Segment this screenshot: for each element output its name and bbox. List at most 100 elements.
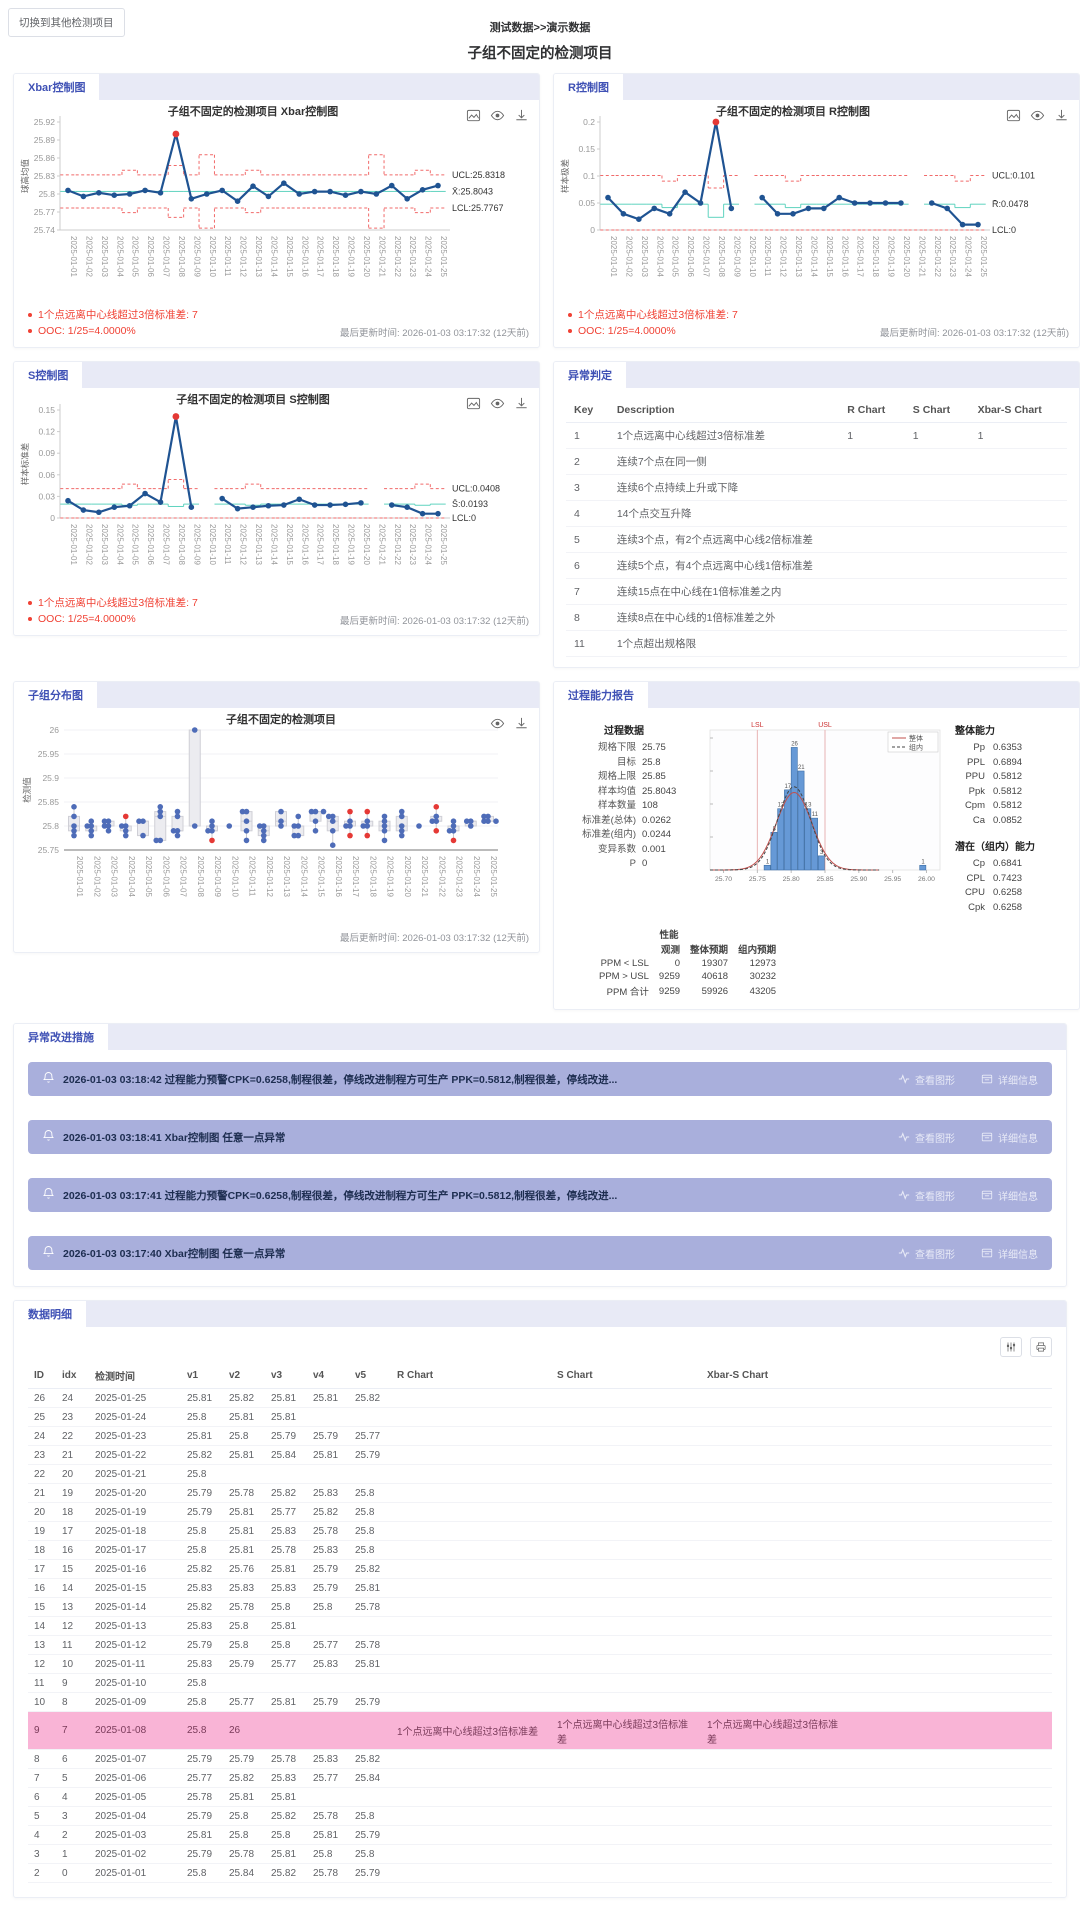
measure-item[interactable]: 2026-01-03 03:18:42 过程能力预警CPK=0.6258,制程很…	[28, 1062, 1052, 1096]
svg-text:0: 0	[50, 513, 55, 523]
detail-table-row[interactable]: 21192025-01-2025.7925.7825.8225.8325.8	[28, 1484, 1052, 1503]
svg-text:2025-01-14: 2025-01-14	[269, 236, 278, 277]
process-data-row: 标准差(总体)0.0262	[560, 814, 688, 829]
detail-table-row[interactable]: 532025-01-0425.7925.825.8225.7825.8	[28, 1807, 1052, 1826]
svg-text:2025-01-04: 2025-01-04	[115, 236, 124, 277]
image-icon[interactable]	[1006, 108, 1021, 123]
view-chart-button[interactable]: 查看图形	[898, 1188, 955, 1203]
svg-text:25.92: 25.92	[34, 117, 56, 127]
detail-table-row[interactable]: 19172025-01-1825.825.8125.8325.7825.8	[28, 1522, 1052, 1541]
detail-table-row[interactable]: 862025-01-0725.7925.7925.7825.8325.82	[28, 1750, 1052, 1769]
download-icon[interactable]	[514, 716, 529, 731]
detail-table-row[interactable]: 14122025-01-1325.8325.825.81	[28, 1617, 1052, 1636]
svg-text:2025-01-03: 2025-01-03	[640, 236, 649, 277]
capability-index-row: Cpm0.5812	[955, 799, 1073, 814]
detail-table-row[interactable]: 23212025-01-2225.8225.8125.8425.8125.79	[28, 1446, 1052, 1465]
download-icon[interactable]	[1054, 108, 1069, 123]
process-capability-panel: 过程能力报告 过程数据 规格下限25.75目标25.8规格上限25.85样本均值…	[553, 681, 1080, 1010]
dist-last-updated: 最后更新时间: 2026-01-03 03:17:32 (12天前)	[340, 930, 529, 944]
svg-text:2025-01-02: 2025-01-02	[624, 236, 633, 277]
detail-table-row[interactable]: 752025-01-0625.7725.8225.8325.7725.84	[28, 1769, 1052, 1788]
tab-process-capability[interactable]: 过程能力报告	[554, 682, 648, 708]
svg-text:2025-01-10: 2025-01-10	[208, 524, 217, 565]
tab-xbar-chart[interactable]: Xbar控制图	[14, 74, 99, 100]
detail-table-row[interactable]: 16142025-01-1525.8325.8325.8325.7925.81	[28, 1579, 1052, 1598]
view-chart-button[interactable]: 查看图形	[898, 1072, 955, 1087]
svg-text:2025-01-17: 2025-01-17	[856, 236, 865, 277]
eye-icon[interactable]	[1030, 108, 1045, 123]
capability-index-row: Pp0.6353	[955, 741, 1073, 756]
detail-table-row[interactable]: 312025-01-0225.7925.7825.8125.825.8	[28, 1845, 1052, 1864]
svg-text:检测值: 检测值	[22, 777, 32, 803]
svg-text:0.12: 0.12	[38, 427, 55, 437]
view-chart-button[interactable]: 查看图形	[898, 1246, 955, 1261]
detail-info-button[interactable]: 详细信息	[981, 1188, 1038, 1203]
svg-text:0: 0	[590, 225, 595, 235]
xbar-control-chart[interactable]: 子组不固定的检测项目 Xbar控制图25.7425.7725.825.8325.…	[18, 102, 529, 302]
measure-item[interactable]: 2026-01-03 03:17:40 Xbar控制图 任意一点异常 查看图形 …	[28, 1236, 1052, 1270]
judge-row: 8连续8点在中心线的1倍标准差之外	[566, 605, 1067, 631]
tab-improvement-measures[interactable]: 异常改进措施	[14, 1024, 108, 1050]
download-icon[interactable]	[514, 108, 529, 123]
judge-row: 7连续15点在中心线在1倍标准差之内	[566, 579, 1067, 605]
svg-text:25.77: 25.77	[34, 207, 56, 217]
detail-table-row[interactable]: 26242025-01-2525.8125.8225.8125.8125.82	[28, 1389, 1052, 1408]
detail-table-row[interactable]: 18162025-01-1725.825.8125.7825.8325.8	[28, 1541, 1052, 1560]
tab-data-detail[interactable]: 数据明细	[14, 1301, 86, 1327]
detail-table-row[interactable]: 20182025-01-1925.7925.8125.7725.8225.8	[28, 1503, 1052, 1522]
svg-text:26: 26	[791, 741, 798, 747]
process-data-row: 样本数量108	[560, 799, 688, 814]
detail-table-row[interactable]: 22202025-01-2125.8	[28, 1465, 1052, 1484]
detail-table-row[interactable]: 13112025-01-1225.7925.825.825.7725.78	[28, 1636, 1052, 1655]
detail-info-button[interactable]: 详细信息	[981, 1072, 1038, 1087]
s-chart-toolbar	[466, 396, 529, 411]
detail-table-row[interactable]: 202025-01-0125.825.8425.8225.7825.79	[28, 1864, 1052, 1883]
process-data-row: 变异系数0.001	[560, 843, 688, 858]
image-icon[interactable]	[466, 396, 481, 411]
svg-text:2025-01-23: 2025-01-23	[948, 236, 957, 277]
s-control-chart[interactable]: 子组不固定的检测项目 S控制图00.030.060.090.120.15样本标准…	[18, 390, 529, 590]
svg-text:2025-01-19: 2025-01-19	[386, 856, 395, 897]
detail-table-row[interactable]: 25232025-01-2425.825.8125.81	[28, 1408, 1052, 1427]
tab-subgroup-distribution[interactable]: 子组分布图	[14, 682, 97, 708]
download-icon[interactable]	[514, 396, 529, 411]
svg-text:25.75: 25.75	[748, 876, 765, 883]
svg-text:2025-01-13: 2025-01-13	[254, 236, 263, 277]
detail-info-button[interactable]: 详细信息	[981, 1246, 1038, 1261]
detail-table-row[interactable]: 24222025-01-2325.8125.825.7925.7925.77	[28, 1427, 1052, 1446]
detail-table-row[interactable]: 642025-01-0525.7825.8125.81	[28, 1788, 1052, 1807]
detail-table-row[interactable]: 12102025-01-1125.8325.7925.7725.8325.81	[28, 1655, 1052, 1674]
eye-icon[interactable]	[490, 396, 505, 411]
tab-s-chart[interactable]: S控制图	[14, 362, 82, 388]
svg-text:26: 26	[50, 725, 60, 735]
r-chart-panel: R控制图 子组不固定的检测项目 R控制图00.050.10.150.2样本极差2…	[553, 73, 1080, 348]
detail-table-row[interactable]: 1082025-01-0925.825.7725.8125.7925.79	[28, 1693, 1052, 1712]
eye-icon[interactable]	[490, 108, 505, 123]
r-control-chart[interactable]: 子组不固定的检测项目 R控制图00.050.10.150.2样本极差2025-0…	[558, 102, 1069, 302]
image-icon[interactable]	[466, 108, 481, 123]
svg-text:2025-01-01: 2025-01-01	[75, 856, 84, 897]
print-icon[interactable]	[1030, 1337, 1052, 1357]
svg-text:2025-01-10: 2025-01-10	[208, 236, 217, 277]
detail-table-row[interactable]: 15132025-01-1425.8225.7825.825.825.78	[28, 1598, 1052, 1617]
tab-anomaly-judge[interactable]: 异常判定	[554, 362, 626, 388]
view-chart-button[interactable]: 查看图形	[898, 1130, 955, 1145]
column-settings-icon[interactable]	[1000, 1337, 1022, 1357]
measure-item[interactable]: 2026-01-03 03:18:41 Xbar控制图 任意一点异常 查看图形 …	[28, 1120, 1052, 1154]
svg-text:2025-01-25: 2025-01-25	[489, 856, 498, 897]
detail-table-row[interactable]: 1192025-01-1025.8	[28, 1674, 1052, 1693]
capability-index-row: Ppk0.5812	[955, 785, 1073, 800]
detail-table-row[interactable]: 17152025-01-1625.8225.7625.8125.7925.82	[28, 1560, 1052, 1579]
svg-text:2025-01-21: 2025-01-21	[420, 856, 429, 897]
svg-text:2025-01-10: 2025-01-10	[748, 236, 757, 277]
svg-text:2025-01-01: 2025-01-01	[69, 236, 78, 277]
detail-table-row[interactable]: 422025-01-0325.8125.825.825.8125.79	[28, 1826, 1052, 1845]
tab-r-chart[interactable]: R控制图	[554, 74, 623, 100]
measure-item[interactable]: 2026-01-03 03:17:41 过程能力预警CPK=0.6258,制程很…	[28, 1178, 1052, 1212]
subgroup-distribution-chart[interactable]: 子组不固定的检测项目25.7525.825.8525.925.9526检测值20…	[18, 710, 529, 925]
detail-info-button[interactable]: 详细信息	[981, 1130, 1038, 1145]
svg-text:25.75: 25.75	[38, 845, 60, 855]
detail-table-row[interactable]: 972025-01-0825.8261个点远离中心线超过3倍标准差1个点远离中心…	[28, 1712, 1052, 1750]
eye-icon[interactable]	[490, 716, 505, 731]
switch-project-button[interactable]: 切换到其他检测项目	[8, 8, 125, 37]
